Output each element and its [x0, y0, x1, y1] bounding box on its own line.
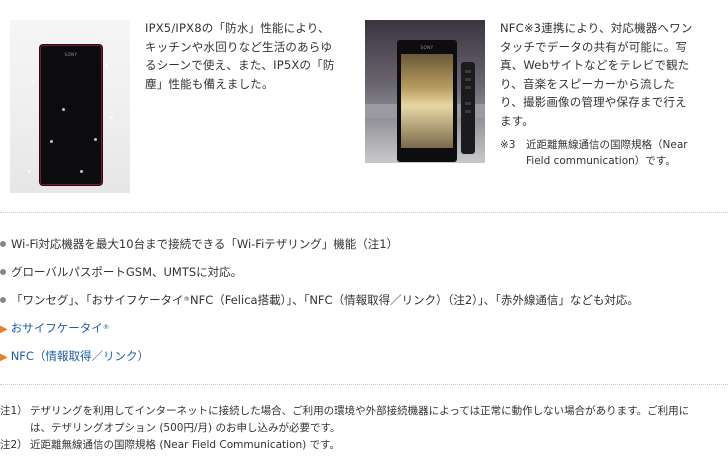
- feature-line: るシーンで使え、また、IP5Xの「防: [145, 58, 335, 72]
- bullet-text: 「ワンセグ」、「おサイフケータイ: [11, 293, 184, 307]
- brand-logo: SONY: [420, 45, 434, 50]
- section-divider: [0, 384, 728, 385]
- nfc-footnote: ※3 近距離無線通信の国際規格（Near Field communication）…: [500, 137, 688, 169]
- brand-logo: SONY: [64, 52, 78, 57]
- note-text: は、テザリングオプション (500円/月) のお申し込みが必要です。: [30, 422, 341, 434]
- phone-image: SONY: [40, 45, 102, 185]
- bullet-icon: [0, 241, 6, 247]
- footnote-line: 近距離無線通信の国際規格（Near: [526, 139, 688, 151]
- note-mark: 注2）: [0, 439, 28, 451]
- waterproof-description: IPX5/IPX8の「防水」性能により、 キッチンや水回りなど生活のあらゆ るシ…: [145, 19, 355, 93]
- arrow-right-icon: ▶: [0, 324, 8, 335]
- bullet-icon: [0, 269, 6, 275]
- arrow-right-icon: ▶: [0, 352, 8, 363]
- link-osaifu-keitai[interactable]: ▶ おサイフケータイ®: [0, 320, 109, 336]
- feature-line: 塵」性能も備えました。: [145, 76, 274, 91]
- nfc-phone-photo: SONY: [365, 20, 485, 163]
- registered-mark: ®: [102, 323, 110, 331]
- nfc-description: NFC※3連携により、対応機器へワン タッチでデータの共有が可能に。写 真、We…: [500, 19, 725, 130]
- feature-line: キッチンや水回りなど生活のあらゆ: [145, 39, 333, 54]
- footnote-mark: ※3: [500, 139, 516, 151]
- remote-image: [461, 62, 475, 154]
- note-text: 近距離無線通信の国際規格 (Near Field Communication) …: [30, 439, 341, 451]
- waterproof-phone-photo: SONY: [10, 20, 130, 193]
- feature-line: り、撮影画像の管理や保存まで行え: [500, 95, 687, 109]
- bullet-text: NFC（Felica搭載）」、「NFC（情報取得／リンク）（注2）」、「赤外線通…: [190, 293, 639, 307]
- phone-screen-image: [401, 54, 453, 148]
- note-mark: 注1）: [0, 405, 28, 417]
- feature-line: NFC※3連携により、対応機器へワン: [500, 21, 693, 35]
- note-1: 注1） テザリングを利用してインターネットに接続した場合、ご利用の環境や外部接続機…: [0, 403, 728, 437]
- note-2: 注2） 近距離無線通信の国際規格 (Near Field Communicatio…: [0, 437, 728, 454]
- feature-line: り、音楽をスピーカーから流した: [500, 76, 676, 91]
- bullet-text: Wi-Fi対応機器を最大10台まで接続できる「Wi-Fiテザリング」機能（注1）: [11, 237, 399, 251]
- footnote-line: Field communication）です。: [526, 155, 676, 167]
- bullet-icon: [0, 297, 6, 303]
- feature-line: IPX5/IPX8の「防水」性能により、: [145, 21, 330, 35]
- spec-bullet: 「ワンセグ」、「おサイフケータイ®NFC（Felica搭載）」、「NFC（情報取…: [0, 292, 639, 308]
- phone-image: SONY: [397, 40, 457, 162]
- spec-bullet: Wi-Fi対応機器を最大10台まで接続できる「Wi-Fiテザリング」機能（注1）: [0, 236, 398, 252]
- feature-line: ます。: [500, 113, 534, 128]
- feature-line: タッチでデータの共有が可能に。写: [500, 39, 688, 54]
- feature-line: 真、Webサイトなどをテレビで観た: [500, 58, 690, 72]
- link-nfc[interactable]: ▶ NFC（情報取得／リンク）: [0, 348, 149, 364]
- spec-bullet: グローバルパスポートGSM、UMTSに対応。: [0, 264, 242, 280]
- section-divider: [0, 212, 728, 213]
- bullet-text: グローバルパスポートGSM、UMTSに対応。: [11, 265, 243, 279]
- link-label[interactable]: NFC（情報取得／リンク）: [11, 349, 149, 363]
- note-text: テザリングを利用してインターネットに接続した場合、ご利用の環境や外部接続機器によ…: [30, 405, 690, 417]
- link-label[interactable]: おサイフケータイ: [11, 321, 103, 335]
